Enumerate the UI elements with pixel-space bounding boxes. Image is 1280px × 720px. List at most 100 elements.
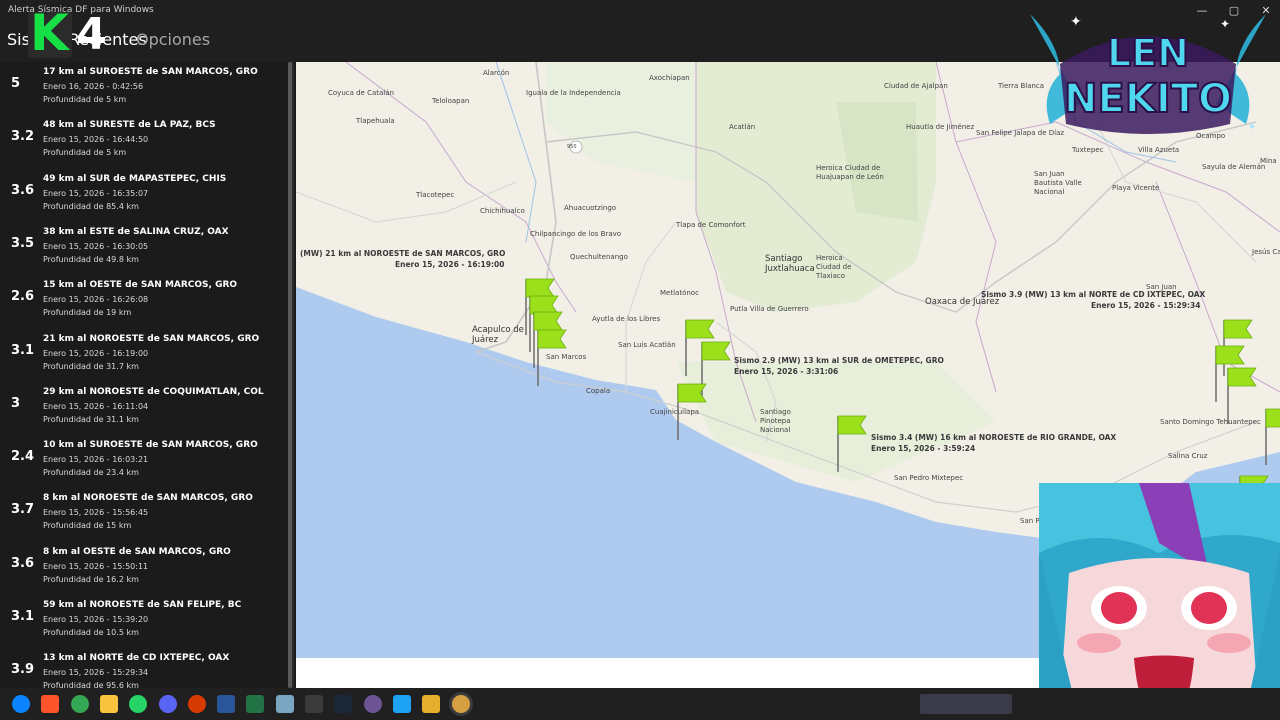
map-place-label: Heroica Ciudad de Tlaxiaco (816, 254, 852, 280)
quake-flag-marker[interactable] (1226, 366, 1266, 426)
map-place-label: Mina (1260, 157, 1277, 165)
excel-icon[interactable] (246, 695, 265, 713)
quake-list-item[interactable]: 3.1 21 km al NOROESTE de SAN MARCOS, GRO E… (0, 329, 286, 382)
map-quake-title: Sismo 2.9 (MW) 13 km al SUR de OMETEPEC,… (734, 356, 944, 365)
quake-flag-marker[interactable] (1264, 407, 1280, 467)
map-place-label: Putla Villa de Guerrero (730, 305, 809, 313)
k4-logo-overlay: K 4 (28, 8, 120, 62)
quake-list-item[interactable]: 3.6 8 km al OESTE de SAN MARCOS, GRO Enero… (0, 542, 286, 595)
quake-depth: Profundidad de 16.2 km (43, 574, 139, 584)
road (625, 221, 677, 392)
map-place-label: Iguala de la Independencia (526, 89, 621, 97)
map-place-label: Santiago Pinotepa Nacional (760, 408, 791, 434)
map-quake-label[interactable]: Sismo 3.9 (MW) 13 km al NORTE de CD IXTE… (981, 289, 1205, 311)
store-icon[interactable] (422, 695, 441, 713)
chrome-icon[interactable] (70, 695, 89, 713)
quake-date: Enero 15, 2026 - 15:39:20 (43, 615, 149, 624)
map-quake-label[interactable]: Sismo 3.4 (MW) 16 km al NOROESTE de RIO … (871, 432, 1116, 454)
map-place-label: Tlapa de Comonfort (676, 221, 746, 229)
pdf-icon[interactable] (187, 695, 206, 713)
quake-date: Enero 15, 2026 - 16:44:50 (43, 135, 149, 145)
terminal-icon[interactable] (305, 695, 323, 713)
quake-list-item[interactable]: 3 29 km al NOROESTE de COQUIMATLAN, COL En… (0, 382, 286, 435)
map-place-label: Sayula de Alemán (1202, 163, 1266, 171)
github-icon[interactable] (363, 695, 382, 713)
map-place-label: Acatlán (729, 123, 756, 131)
map-place-label: Jesús Carranza (1252, 248, 1280, 256)
map-quake-title: Sismo 3.9 (MW) 13 km al NORTE de CD IXTE… (981, 290, 1206, 299)
quake-depth: Profundidad de 19 km (43, 308, 132, 318)
steam-icon[interactable] (334, 695, 353, 713)
quake-date: Enero 15, 2026 - 16:30:05 (43, 241, 149, 251)
v-app-icon[interactable] (275, 695, 294, 713)
quake-list-item[interactable]: 3.2 48 km al SURESTE de LA PAZ, BCS Enero … (0, 115, 286, 168)
discord-icon[interactable] (158, 695, 177, 713)
map-place-label: Ayutla de los Libres (592, 315, 661, 323)
map-place-label: Villa Azueta (1138, 146, 1180, 154)
quake-list-scrollbar[interactable] (288, 62, 294, 688)
map-place-label: Axochiapan (649, 74, 690, 82)
quake-date: Enero 15, 2026 - 16:26:08 (43, 295, 149, 305)
map-quake-label[interactable]: Sismo 2.9 (MW) 13 km al SUR de OMETEPEC,… (734, 355, 944, 377)
map-place-label: Acapulco de Juárez (472, 325, 524, 345)
quake-flag-marker[interactable] (836, 414, 876, 474)
map-quake-date: Enero 15, 2026 - 16:19:00 (395, 260, 505, 269)
quake-list-item[interactable]: 5 17 km al SUROESTE de SAN MARCOS, GRO Ene… (0, 62, 286, 115)
quake-date: Enero 15, 2026 - 16:19:00 (43, 348, 149, 358)
quake-list-item[interactable]: 2.6 15 km al OESTE de SAN MARCOS, GRO Ener… (0, 275, 286, 328)
alert-app-icon[interactable] (451, 695, 470, 713)
quake-depth: Profundidad de 31.1 km (43, 414, 139, 424)
taskbar-preview-thumbnails[interactable] (920, 694, 1012, 714)
map-place-label: Copala (586, 387, 611, 395)
map-quake-title: (MW) 21 km al NOROESTE de SAN MARCOS, GR… (300, 249, 506, 258)
quake-list-item[interactable]: 3.6 49 km al SUR de MAPASTEPEC, CHIS Enero… (0, 169, 286, 222)
quake-depth: Profundidad de 23.4 km (43, 468, 139, 478)
quake-list-item[interactable]: 3.1 59 km al NOROESTE de SAN FELIPE, BC En… (0, 595, 286, 648)
quake-location: 15 km al OESTE de SAN MARCOS, GRO (43, 280, 238, 291)
road-badge: 950 (567, 144, 577, 150)
map-place-label: Tlacotepec (416, 191, 455, 199)
quake-location: 13 km al NORTE de CD IXTEPEC, OAX (43, 653, 230, 664)
quake-depth: Profundidad de 5 km (43, 95, 127, 104)
quake-depth: Profundidad de 31.7 km (43, 361, 139, 371)
quake-list[interactable]: 5 17 km al SUROESTE de SAN MARCOS, GRO Ene… (0, 62, 296, 688)
map-place-label: Metlatónoc (660, 289, 699, 297)
brave-icon[interactable] (41, 695, 60, 713)
map-place-label: Coyuca de Catalán (328, 89, 394, 97)
word-icon[interactable] (217, 695, 236, 713)
nekito-logo-line2: NEKITO (1064, 76, 1232, 122)
windows-start-icon[interactable] (12, 695, 30, 713)
map-place-label: Heroica Ciudad de Huajuapan de León (816, 164, 884, 181)
map-place-label: Chilpancingo de los Bravo (530, 230, 622, 238)
quake-list-item[interactable]: 2.4 10 km al SUROESTE de SAN MARCOS, GRO E… (0, 435, 286, 488)
sparkle-icon: ✦ (1070, 13, 1082, 29)
scroll-thumb[interactable] (288, 62, 292, 688)
map-quake-label[interactable]: (MW) 21 km al NOROESTE de SAN MARCOS, GR… (300, 248, 505, 270)
quake-date: Enero 15, 2026 - 16:35:07 (43, 188, 149, 198)
quake-magnitude: 3.7 (11, 502, 35, 518)
quake-list-item[interactable]: 3.9 13 km al NORTE de CD IXTEPEC, OAX Ener… (0, 648, 286, 688)
quake-flag-marker[interactable] (536, 328, 576, 388)
whatsapp-icon[interactable] (129, 695, 148, 713)
quake-location: 17 km al SUROESTE de SAN MARCOS, GRO (43, 67, 258, 77)
sparkle-icon: ✦ (1220, 17, 1230, 31)
quake-date: Enero 15, 2026 - 15:56:45 (43, 508, 149, 518)
quake-flag-marker[interactable] (676, 382, 716, 442)
quake-magnitude: 2.6 (11, 289, 35, 305)
map-quake-title: Sismo 3.4 (MW) 16 km al NOROESTE de RIO … (871, 433, 1117, 442)
k4-letter-box: K (28, 8, 72, 58)
map-place-label: Tuxtepec (1072, 146, 1104, 154)
quake-depth: Profundidad de 15 km (43, 521, 132, 531)
file-explorer-icon[interactable] (99, 695, 118, 713)
k4-letter: K (30, 4, 69, 62)
quake-list-item[interactable]: 3.7 8 km al NOROESTE de SAN MARCOS, GRO En… (0, 488, 286, 541)
map-place-label: San Luis Acatlán (618, 341, 676, 349)
map-place-label: Playa Vicente (1112, 184, 1160, 192)
map-place-label: Chichihualco (480, 207, 525, 215)
twitter-icon[interactable] (392, 695, 411, 713)
facecam-overlay (1039, 483, 1280, 720)
quake-list-item[interactable]: 3.5 38 km al ESTE de SALINA CRUZ, OAX Ener… (0, 222, 286, 275)
tab-options[interactable]: Opciones (136, 30, 210, 49)
quake-date: Enero 15, 2026 - 16:03:21 (43, 455, 149, 465)
map-place-label: San Pedro Mixtepec (894, 474, 964, 482)
